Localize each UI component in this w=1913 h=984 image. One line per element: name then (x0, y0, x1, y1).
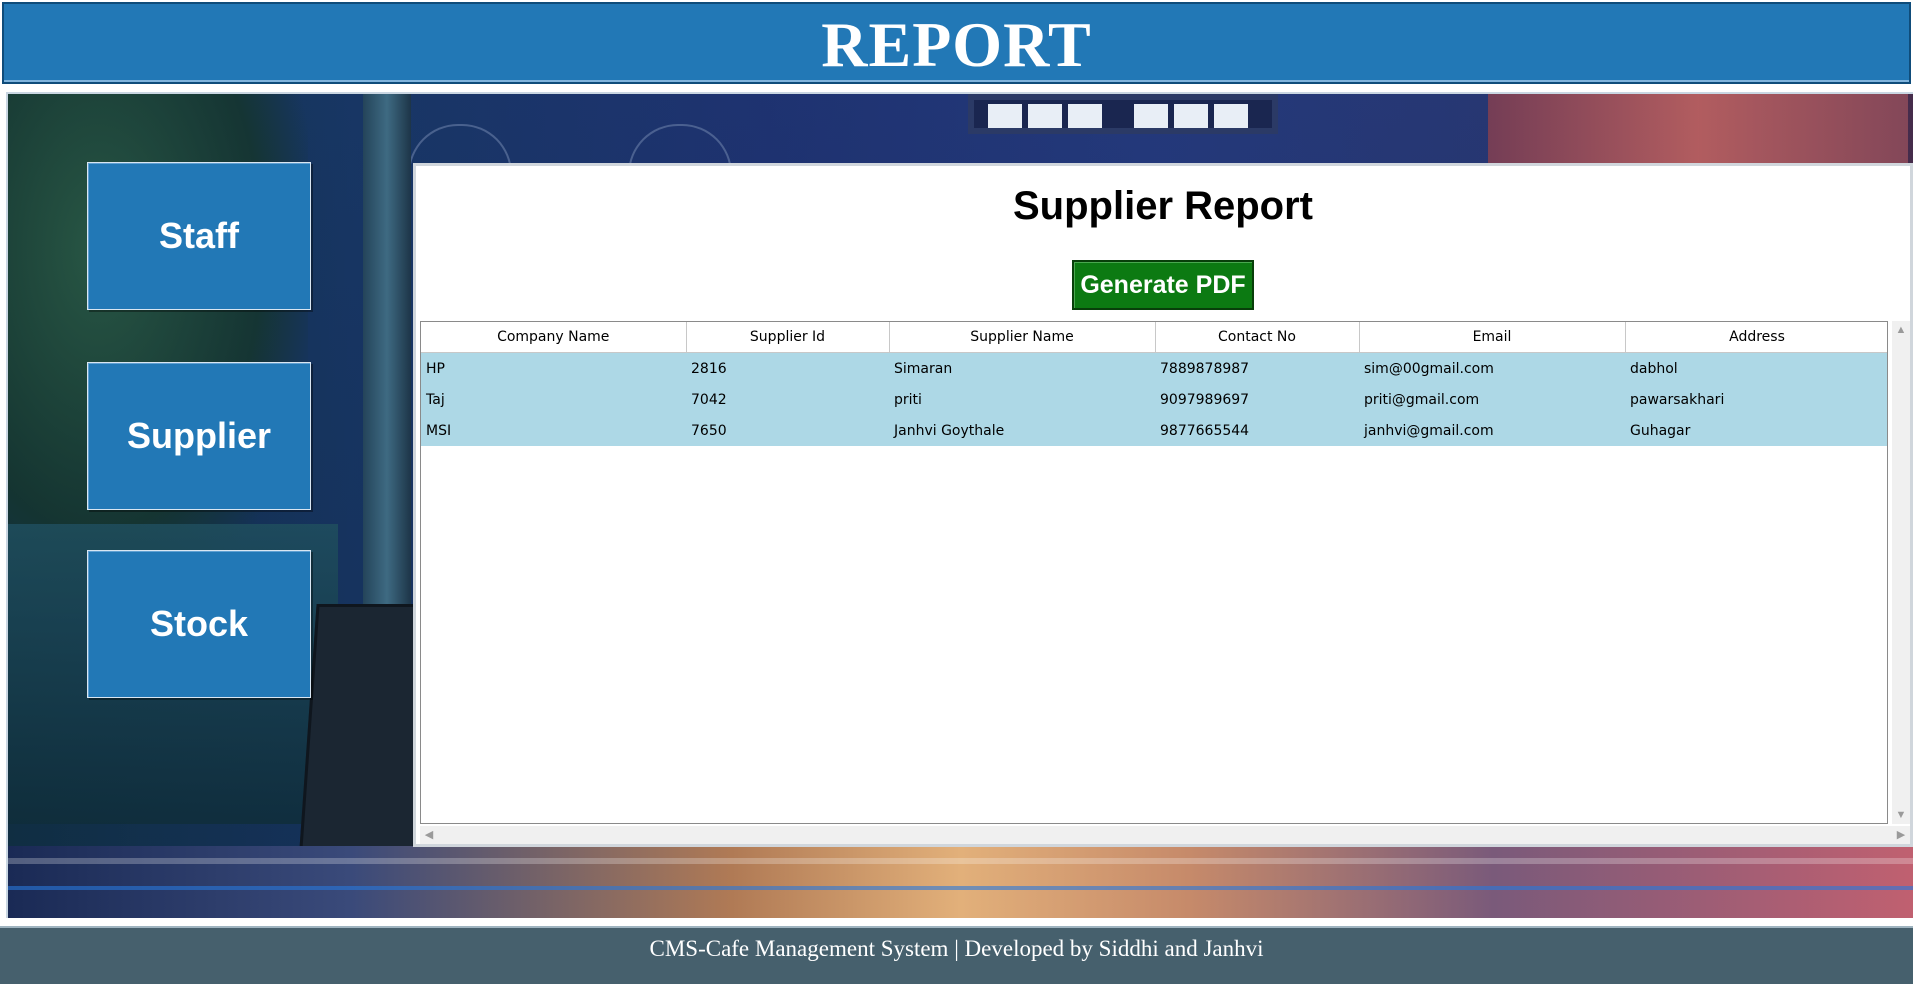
horizontal-scrollbar[interactable]: ◀ ▶ (420, 826, 1910, 844)
supplier-button[interactable]: Supplier (87, 362, 311, 510)
table-cell: Janhvi Goythale (889, 415, 1155, 446)
table-cell: priti@gmail.com (1359, 384, 1625, 415)
table-cell: pawarsakhari (1625, 384, 1887, 415)
table-cell: dabhol (1625, 352, 1887, 384)
staff-button[interactable]: Staff (87, 162, 311, 310)
table-cell: Taj (421, 384, 686, 415)
column-header[interactable]: Supplier Name (889, 322, 1156, 353)
table-cell: 7042 (686, 384, 889, 415)
scroll-down-icon[interactable]: ▼ (1892, 806, 1910, 824)
table-cell: sim@00gmail.com (1359, 352, 1625, 384)
scroll-left-icon[interactable]: ◀ (420, 826, 438, 844)
table-cell: priti (889, 384, 1155, 415)
table-cell: 7650 (686, 415, 889, 446)
report-panel: Supplier Report Generate PDF Company Nam… (413, 163, 1913, 847)
table-row[interactable]: Taj 7042 priti 9097989697 priti@gmail.co… (421, 384, 1887, 415)
stock-button[interactable]: Stock (87, 550, 311, 698)
column-header[interactable]: Supplier Id (686, 322, 890, 353)
table-cell: 7889878987 (1155, 352, 1359, 384)
table-cell: Simaran (889, 352, 1155, 384)
app-header: REPORT (2, 2, 1911, 84)
table-cell: MSI (421, 415, 686, 446)
scroll-up-icon[interactable]: ▲ (1892, 321, 1910, 339)
column-header[interactable]: Email (1359, 322, 1626, 353)
scroll-right-icon[interactable]: ▶ (1892, 826, 1910, 844)
supplier-table[interactable]: Company Name Supplier Id Supplier Name C… (420, 321, 1888, 824)
column-header[interactable]: Address (1625, 322, 1887, 353)
report-title: Supplier Report (1012, 184, 1314, 228)
table-cell: HP (421, 352, 686, 384)
generate-pdf-button[interactable]: Generate PDF (1072, 260, 1254, 310)
column-header[interactable]: Company Name (421, 322, 687, 353)
table-cell: 2816 (686, 352, 889, 384)
table-cell: 9877665544 (1155, 415, 1359, 446)
page-title: REPORT (821, 9, 1092, 80)
table-row[interactable]: MSI 7650 Janhvi Goythale 9877665544 janh… (421, 415, 1887, 446)
vertical-scrollbar[interactable]: ▲ ▼ (1892, 321, 1910, 824)
footer-credits: CMS-Cafe Management System | Developed b… (649, 936, 1264, 961)
app-footer: CMS-Cafe Management System | Developed b… (0, 926, 1913, 984)
table-cell: Guhagar (1625, 415, 1887, 446)
table-cell: 9097989697 (1155, 384, 1359, 415)
table-cell: janhvi@gmail.com (1359, 415, 1625, 446)
table-header-row: Company Name Supplier Id Supplier Name C… (421, 322, 1887, 353)
table-row[interactable]: HP 2816 Simaran 7889878987 sim@00gmail.c… (421, 352, 1887, 384)
column-header[interactable]: Contact No (1155, 322, 1360, 353)
